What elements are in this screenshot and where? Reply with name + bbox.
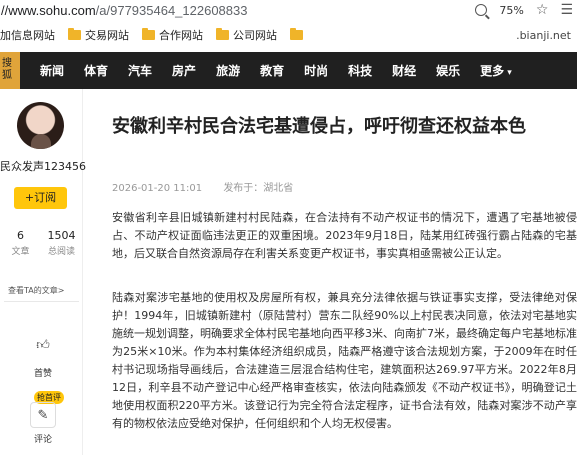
author-name[interactable]: 民众发声123456	[0, 158, 86, 174]
author-avatar[interactable]	[17, 102, 64, 149]
bookmark-star-icon[interactable]: ☆	[536, 2, 549, 18]
bookmark-item[interactable]: .bianji.net	[516, 29, 571, 42]
publish-source: 发布于：湖北省	[223, 183, 294, 194]
bookmark-label: 交易网站	[85, 29, 129, 42]
folder-icon	[142, 28, 155, 40]
bookmark-folder[interactable]: 交易网站	[68, 27, 129, 43]
bookmark-item[interactable]: 加信息网站	[0, 27, 55, 43]
article-title: 安徽利辛村民合法宅基遭侵占，呼吁彻查还权益本色	[112, 116, 526, 137]
nav-item[interactable]: 科技	[348, 62, 372, 79]
bookmark-folder[interactable]	[290, 28, 303, 40]
nav-item[interactable]: 财经	[392, 62, 416, 79]
stat-label: 文章	[11, 247, 30, 257]
stat-articles: 6 文章	[0, 229, 41, 257]
see-all-articles-link[interactable]: 查看TA的文章>	[8, 285, 64, 296]
top-nav: 搜狐 新闻 体育 汽车 房产 旅游 教育 时尚 科技 财经 娱乐 更多	[0, 52, 577, 89]
comment-label: 评论	[33, 435, 52, 445]
comment-action[interactable]: ✎ 评论	[23, 402, 63, 445]
folder-icon	[290, 28, 303, 40]
nav-item[interactable]: 旅游	[216, 62, 240, 79]
nav-more[interactable]: 更多	[480, 62, 512, 79]
nav-item[interactable]: 教育	[260, 62, 284, 79]
publish-date: 2026-01-20 11:01	[112, 183, 203, 194]
zoom-level[interactable]: 75%	[499, 4, 523, 17]
stat-label: 总阅读	[47, 247, 75, 257]
folder-icon	[216, 28, 229, 40]
author-stats: 6 文章 1504 总阅读	[0, 229, 83, 257]
stat-value: 6	[17, 229, 24, 242]
article-meta: 2026-01-20 11:01 发布于：湖北省	[112, 179, 311, 194]
zoom-icon[interactable]	[475, 4, 488, 16]
folder-icon	[68, 28, 81, 40]
nav-item[interactable]: 汽车	[128, 62, 152, 79]
nav-links: 新闻 体育 汽车 房产 旅游 教育 时尚 科技 财经 娱乐 更多	[40, 62, 532, 79]
nav-item[interactable]: 体育	[84, 62, 108, 79]
url-text[interactable]: //www.sohu.com/a/977935464_122608833	[1, 3, 247, 18]
like-action[interactable]: 👍︎ 首赞	[23, 332, 63, 380]
nav-item[interactable]: 新闻	[40, 62, 64, 79]
like-label: 首赞	[33, 369, 52, 379]
article-paragraph: 安徽省利辛县旧城镇新建村村民陆森，在合法持有不动产权证书的情况下，遭遇了宅基地被…	[112, 211, 577, 260]
favorites-icon[interactable]: ☰	[560, 2, 573, 18]
bookmark-folder[interactable]: 合作网站	[142, 27, 203, 43]
bookmark-label: 公司网站	[233, 29, 277, 42]
address-bar-actions: 75% ☆ ☰	[475, 0, 573, 20]
author-sidebar: 民众发声123456 +订阅 6 文章 1504 总阅读 查看TA的文章> 👍︎…	[0, 89, 86, 455]
bookmark-label: 合作网站	[159, 29, 203, 42]
stat-reads: 1504 总阅读	[41, 229, 82, 257]
nav-item[interactable]: 房产	[172, 62, 196, 79]
address-bar[interactable]: //www.sohu.com/a/977935464_122608833 75%…	[0, 0, 577, 20]
nav-item[interactable]: 娱乐	[436, 62, 460, 79]
comment-icon: ✎	[30, 402, 56, 428]
nav-item[interactable]: 时尚	[304, 62, 328, 79]
bookmark-label: 加信息网站	[0, 29, 55, 42]
thumbs-up-icon: 👍︎	[36, 337, 50, 353]
stat-value: 1504	[47, 229, 76, 242]
bookmarks-bar: 加信息网站 交易网站 合作网站 公司网站 .bianji.net	[0, 24, 577, 46]
article-paragraph: 陆森对案涉宅基地的使用权及房屋所有权，兼具充分法律依据与铁证事实支撑，受法律绝对…	[112, 291, 577, 430]
divider	[4, 301, 79, 302]
follow-button[interactable]: +订阅	[14, 187, 67, 209]
bookmark-folder[interactable]: 公司网站	[216, 27, 277, 43]
site-logo[interactable]: 搜狐	[0, 52, 20, 89]
